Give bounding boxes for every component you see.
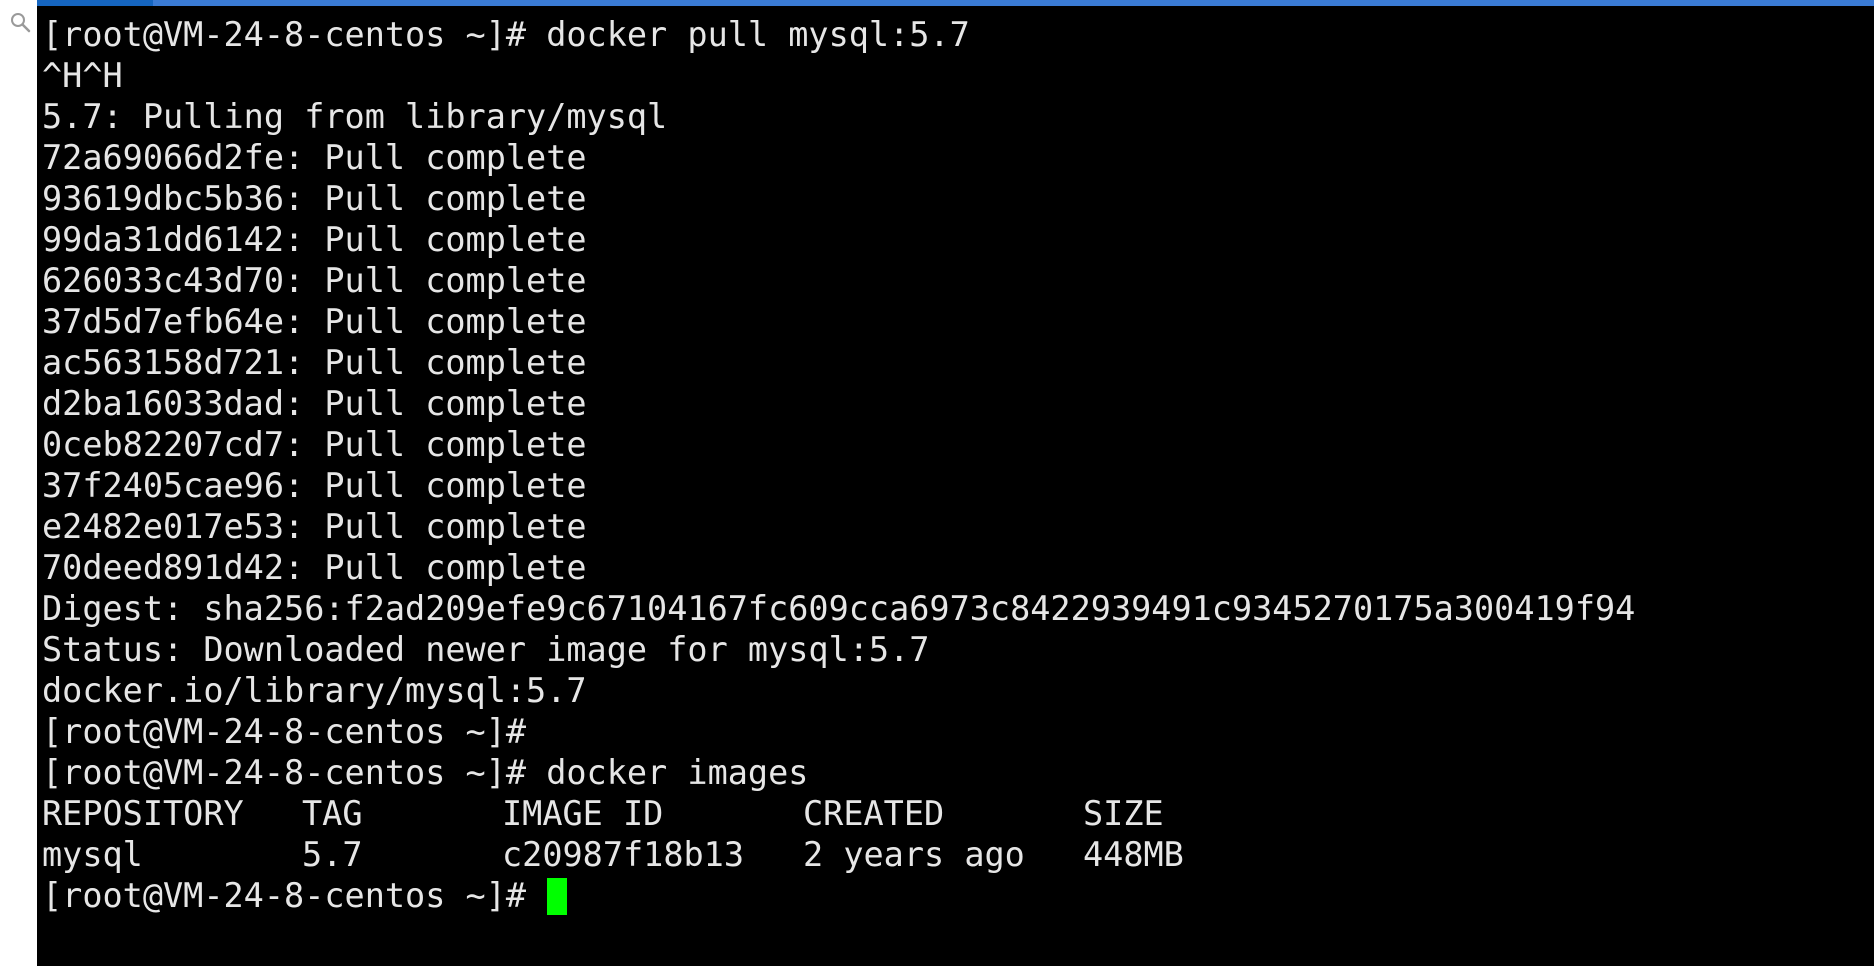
terminal-line: ac563158d721: Pull complete: [42, 343, 587, 382]
terminal-line: 72a69066d2fe: Pull complete: [42, 138, 587, 177]
terminal-line: 37f2405cae96: Pull complete: [42, 466, 587, 505]
header-tag: TAG: [302, 794, 363, 833]
cell-repository: mysql: [42, 835, 143, 874]
left-tool-strip: [0, 0, 37, 966]
terminal-line: [root@VM-24-8-centos ~]#: [42, 712, 527, 751]
search-icon[interactable]: [10, 12, 32, 34]
current-prompt: [root@VM-24-8-centos ~]#: [42, 876, 547, 915]
header-repository: REPOSITORY: [42, 794, 244, 833]
images-table-header: REPOSITORY TAG IMAGE ID CREATED SIZE: [42, 793, 1874, 834]
cell-tag: 5.7: [302, 835, 363, 874]
terminal-line: 93619dbc5b36: Pull complete: [42, 179, 587, 218]
terminal-line: [root@VM-24-8-centos ~]# docker images: [42, 753, 809, 792]
terminal-line: [root@VM-24-8-centos ~]# docker pull mys…: [42, 15, 970, 54]
terminal-line: 37d5d7efb64e: Pull complete: [42, 302, 587, 341]
images-table-row: mysql 5.7 c20987f18b13 2 years ago 448MB: [42, 834, 1874, 875]
cell-image-id: c20987f18b13: [502, 835, 745, 874]
cell-size: 448MB: [1083, 835, 1184, 874]
header-size: SIZE: [1083, 794, 1164, 833]
terminal-line: 0ceb82207cd7: Pull complete: [42, 425, 587, 464]
terminal-line: 626033c43d70: Pull complete: [42, 261, 587, 300]
terminal-line: docker.io/library/mysql:5.7: [42, 671, 587, 710]
current-prompt-line[interactable]: [root@VM-24-8-centos ~]#: [42, 875, 1874, 916]
terminal-window: [root@VM-24-8-centos ~]# docker pull mys…: [0, 0, 1874, 966]
terminal-line: e2482e017e53: Pull complete: [42, 507, 587, 546]
header-created: CREATED: [803, 794, 945, 833]
terminal-output[interactable]: [root@VM-24-8-centos ~]# docker pull mys…: [37, 6, 1874, 966]
terminal-line: ^H^H: [42, 56, 123, 95]
terminal-line: 70deed891d42: Pull complete: [42, 548, 587, 587]
terminal-line: Digest: sha256:f2ad209efe9c67104167fc609…: [42, 589, 1636, 628]
terminal-line: 99da31dd6142: Pull complete: [42, 220, 587, 259]
terminal-line: Status: Downloaded newer image for mysql…: [42, 630, 930, 669]
terminal-line: 5.7: Pulling from library/mysql: [42, 97, 668, 136]
header-image-id: IMAGE ID: [502, 794, 664, 833]
terminal-line: d2ba16033dad: Pull complete: [42, 384, 587, 423]
cell-created: 2 years ago: [803, 835, 1025, 874]
terminal-cursor[interactable]: [547, 878, 568, 915]
